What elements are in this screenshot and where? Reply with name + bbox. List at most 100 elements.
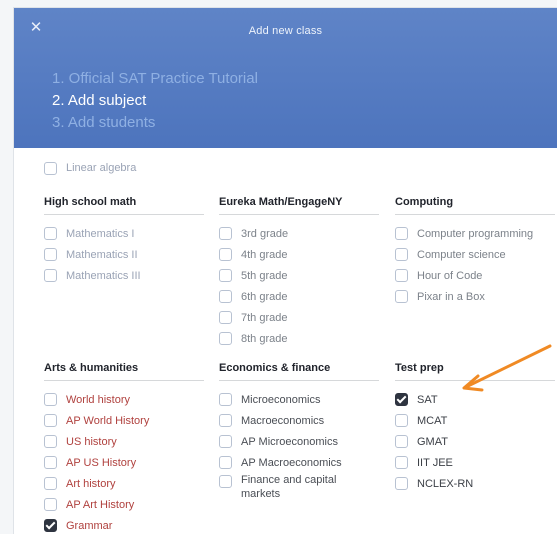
checkbox-icon — [219, 414, 232, 427]
checkbox-icon — [395, 477, 408, 490]
subject-checkbox-grammar[interactable]: Grammar — [44, 515, 214, 534]
subject-label: AP US History — [66, 456, 137, 469]
checkbox-icon — [395, 227, 408, 240]
checkbox-icon — [44, 498, 57, 511]
step-add-subject: 2. Add subject — [52, 92, 147, 109]
subject-checkbox-nclex-rn[interactable]: NCLEX-RN — [395, 473, 557, 494]
subject-label: 3rd grade — [241, 227, 289, 240]
subject-checkbox-6th-grade[interactable]: 6th grade — [219, 286, 389, 307]
subject-checkbox-gmat[interactable]: GMAT — [395, 431, 557, 452]
checkbox-icon — [44, 227, 57, 240]
subject-label: Finance and capital markets — [241, 474, 337, 500]
checkbox-icon — [395, 435, 408, 448]
checkbox-icon — [219, 435, 232, 448]
subject-label: GMAT — [417, 435, 448, 448]
checkbox-icon — [44, 393, 57, 406]
subject-label: 8th grade — [241, 332, 288, 345]
subject-label: Mathematics II — [66, 248, 138, 261]
subject-checkbox-art-history[interactable]: Art history — [44, 473, 214, 494]
subject-checkbox-mathematics-2[interactable]: Mathematics II — [44, 244, 214, 265]
checkbox-icon — [44, 161, 57, 175]
subject-checkbox-ap-art-history[interactable]: AP Art History — [44, 494, 214, 515]
subject-checkbox-microeconomics[interactable]: Microeconomics — [219, 389, 389, 410]
step-list: 1. Official SAT Practice Tutorial 2. Add… — [52, 68, 258, 134]
checkbox-icon — [219, 248, 232, 261]
subject-checkbox-pixar-in-a-box[interactable]: Pixar in a Box — [395, 286, 557, 307]
subject-label: Hour of Code — [417, 269, 483, 282]
subject-checkbox-mathematics-1[interactable]: Mathematics I — [44, 223, 214, 244]
divider — [44, 214, 204, 215]
subject-label: Microeconomics — [241, 393, 321, 406]
subject-checkbox-8th-grade[interactable]: 8th grade — [219, 328, 389, 349]
subject-checkbox-ap-macroeconomics[interactable]: AP Macroeconomics — [219, 452, 389, 473]
subject-label: Computer science — [417, 248, 506, 261]
subject-label: Linear algebra — [66, 162, 137, 174]
checkbox-icon — [219, 290, 232, 303]
subject-label: Macroeconomics — [241, 414, 325, 427]
checkbox-icon — [395, 414, 408, 427]
divider — [219, 380, 379, 381]
partial-subject-list: Linear algebra — [44, 148, 136, 178]
group-arts-humanities: Arts & humanities World history AP World… — [44, 360, 214, 534]
group-heading: Arts & humanities — [44, 362, 139, 374]
subject-label: AP Microeconomics — [241, 435, 338, 448]
checkbox-icon — [44, 435, 57, 448]
subject-checkbox-us-history[interactable]: US history — [44, 431, 214, 452]
checkbox-icon — [219, 311, 232, 324]
subject-label: AP Art History — [66, 498, 135, 511]
subject-checkbox-macroeconomics[interactable]: Macroeconomics — [219, 410, 389, 431]
group-heading: Eureka Math/EngageNY — [219, 196, 343, 208]
subject-checkbox-7th-grade[interactable]: 7th grade — [219, 307, 389, 328]
group-heading: Computing — [395, 196, 454, 208]
checkbox-icon — [219, 269, 232, 282]
divider — [219, 214, 379, 215]
checkbox-checked-icon — [395, 393, 408, 406]
dialog-header: ✕ Add new class 1. Official SAT Practice… — [14, 8, 557, 148]
subject-checkbox-hour-of-code[interactable]: Hour of Code — [395, 265, 557, 286]
annotation-arrow-icon — [462, 344, 552, 392]
subject-checkbox-3rd-grade[interactable]: 3rd grade — [219, 223, 389, 244]
group-eureka-math: Eureka Math/EngageNY 3rd grade 4th grade… — [219, 194, 389, 349]
checkbox-icon — [44, 414, 57, 427]
subject-label: Mathematics III — [66, 269, 141, 282]
checkbox-icon — [44, 269, 57, 282]
divider — [44, 380, 204, 381]
add-class-dialog: ✕ Add new class 1. Official SAT Practice… — [14, 8, 557, 534]
checkbox-icon — [395, 248, 408, 261]
subject-label: IIT JEE — [417, 456, 453, 469]
checkbox-icon — [395, 269, 408, 282]
subject-checkbox-mcat[interactable]: MCAT — [395, 410, 557, 431]
subject-checkbox-computer-science[interactable]: Computer science — [395, 244, 557, 265]
subject-checkbox-world-history[interactable]: World history — [44, 389, 214, 410]
subject-checkbox-ap-world-history[interactable]: AP World History — [44, 410, 214, 431]
subject-label: World history — [66, 393, 130, 406]
group-high-school-math: High school math Mathematics I Mathemati… — [44, 194, 214, 286]
subject-label: 6th grade — [241, 290, 288, 303]
checkbox-icon — [219, 475, 232, 488]
subject-label: Grammar — [66, 519, 113, 532]
checkbox-icon — [44, 477, 57, 490]
checkbox-icon — [219, 227, 232, 240]
subject-label: Computer programming — [417, 227, 534, 240]
subject-checkbox-iit-jee[interactable]: IIT JEE — [395, 452, 557, 473]
checkbox-icon — [219, 393, 232, 406]
subject-checkbox-ap-microeconomics[interactable]: AP Microeconomics — [219, 431, 389, 452]
checkbox-icon — [395, 456, 408, 469]
subject-checkbox-finance-capital-markets[interactable]: Finance and capital markets — [219, 473, 389, 507]
subject-checkbox-4th-grade[interactable]: 4th grade — [219, 244, 389, 265]
step-add-students: 3. Add students — [52, 114, 156, 131]
divider — [395, 214, 555, 215]
subject-checkbox-linear-algebra[interactable]: Linear algebra — [44, 158, 136, 178]
group-heading: Economics & finance — [219, 362, 331, 374]
checkbox-icon — [395, 290, 408, 303]
subject-label: AP Macroeconomics — [241, 456, 342, 469]
subject-label: 7th grade — [241, 311, 288, 324]
subject-checkbox-5th-grade[interactable]: 5th grade — [219, 265, 389, 286]
step-official-sat-tutorial: 1. Official SAT Practice Tutorial — [52, 70, 258, 87]
subject-checkbox-mathematics-3[interactable]: Mathematics III — [44, 265, 214, 286]
subject-label: SAT — [417, 393, 438, 406]
subject-checkbox-computer-programming[interactable]: Computer programming — [395, 223, 557, 244]
checkbox-icon — [44, 456, 57, 469]
subject-checkbox-ap-us-history[interactable]: AP US History — [44, 452, 214, 473]
subject-label: 4th grade — [241, 248, 288, 261]
